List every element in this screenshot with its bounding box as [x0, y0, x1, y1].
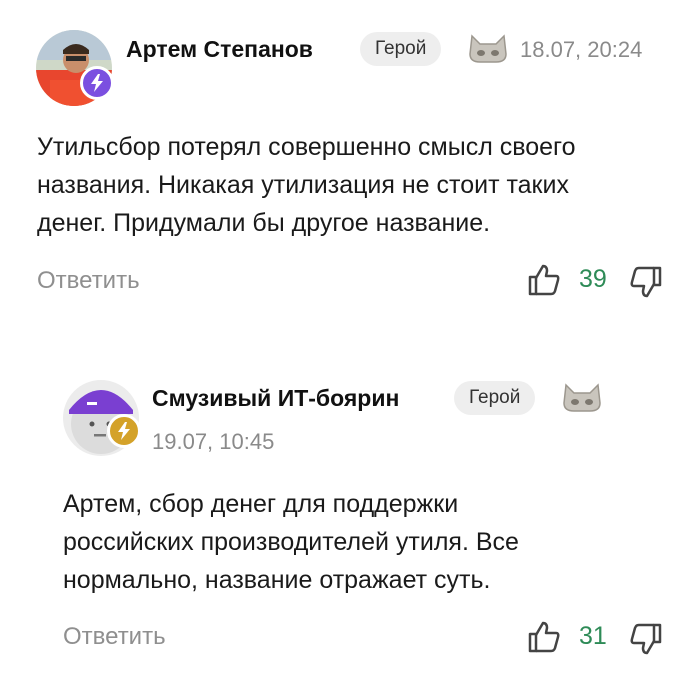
comment-text-line: названия. Никакая утилизация не стоит та…: [37, 171, 569, 199]
rank-badge: Герой: [360, 32, 442, 66]
reply-button[interactable]: Ответить: [63, 623, 166, 651]
mask-icon: [469, 34, 507, 63]
thumbs-down-icon[interactable]: [629, 622, 663, 656]
likes-count: 39: [579, 265, 607, 293]
comment-text-line: денег. Придумали бы другое название.: [37, 209, 491, 237]
comment: Артем Степанов Герой 18.07, 20:24 Утильс…: [0, 0, 700, 330]
timestamp: 18.07, 20:24: [520, 37, 643, 62]
author-name[interactable]: Смузивый ИТ-боярин: [152, 385, 399, 412]
thumbs-up-icon[interactable]: [527, 263, 561, 297]
avatar[interactable]: [63, 380, 141, 456]
lightning-icon: [107, 414, 141, 448]
comment-text-line: нормально, название отражает суть.: [63, 566, 491, 594]
avatar[interactable]: [36, 30, 114, 106]
reply-button[interactable]: Ответить: [37, 267, 140, 295]
rank-badge: Герой: [454, 381, 536, 415]
comment-text: Утильсбор потерял совершенно смысл своег…: [37, 128, 576, 242]
thumbs-up-icon[interactable]: [527, 620, 561, 654]
comment-text-line: Артем, сбор денег для поддержки: [63, 490, 459, 518]
comment-text: Артем, сбор денег для поддержки российск…: [63, 485, 519, 599]
lightning-icon: [80, 66, 114, 100]
mask-icon: [563, 383, 601, 412]
thumbs-down-icon[interactable]: [629, 265, 663, 299]
author-name[interactable]: Артем Степанов: [126, 36, 313, 63]
likes-count: 31: [579, 622, 607, 650]
comment-text-line: Утильсбор потерял совершенно смысл своег…: [37, 133, 576, 161]
comment: Смузивый ИТ-боярин Герой 19.07, 10:45 Ар…: [0, 355, 700, 691]
timestamp: 19.07, 10:45: [152, 429, 275, 454]
comment-text-line: российских производителей утиля. Все: [63, 528, 519, 556]
comments-thread: Артем Степанов Герой 18.07, 20:24 Утильс…: [0, 0, 700, 691]
